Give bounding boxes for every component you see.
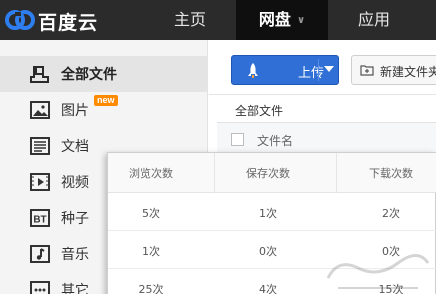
- document-icon: [30, 137, 50, 155]
- nav-netdisk-label: 网盘: [258, 10, 291, 29]
- top-navigation-bar: 百度云 主页 网盘 ∨ 应用: [0, 0, 436, 40]
- views-value: 5次: [142, 207, 160, 220]
- breadcrumb[interactable]: 全部文件: [235, 102, 283, 119]
- saves-value: 4次: [259, 283, 277, 294]
- other-icon: [30, 281, 50, 294]
- video-icon: [30, 173, 50, 191]
- divider: [318, 59, 319, 81]
- sidebar-item-label: 文档: [61, 139, 89, 155]
- column-header-views: 浏览次数: [129, 167, 173, 180]
- saves-value: 0次: [259, 245, 277, 258]
- sidebar-item-label: 全部文件: [61, 67, 117, 83]
- new-badge: new: [94, 95, 118, 106]
- dropdown-arrow-icon[interactable]: [324, 66, 334, 72]
- views-value: 1次: [142, 245, 160, 258]
- chevron-down-icon: ∨: [296, 14, 306, 26]
- table-row: 5次 1次 2次: [108, 193, 436, 231]
- upload-label: 上传: [298, 66, 325, 81]
- all-files-icon: [30, 66, 49, 83]
- nav-apps-label: 应用: [357, 10, 390, 29]
- music-icon: [30, 245, 50, 263]
- new-folder-icon: [360, 65, 374, 76]
- nav-apps[interactable]: 应用: [334, 0, 414, 40]
- image-icon: [30, 101, 50, 119]
- baidu-cloud-logo-icon: [5, 10, 35, 30]
- toolbar: 上传 新建文件夹: [209, 40, 436, 95]
- nav-home[interactable]: 主页: [150, 0, 230, 40]
- sidebar-item-label: 其它: [61, 283, 89, 294]
- sidebar-item-label: 视频: [61, 175, 89, 191]
- watermark-icon: [326, 254, 430, 289]
- sidebar-item-label: 音乐: [61, 247, 89, 263]
- select-all-checkbox[interactable]: [231, 133, 244, 146]
- new-folder-button[interactable]: 新建文件夹: [351, 55, 436, 85]
- sidebar-item-label: 种子: [61, 211, 89, 227]
- file-list-header: 文件名: [217, 122, 436, 156]
- bt-icon: BT: [30, 209, 50, 227]
- logo[interactable]: 百度云: [0, 0, 150, 40]
- column-header-downloads: 下载次数: [369, 167, 413, 180]
- sidebar-item-images[interactable]: 图片 new: [0, 92, 208, 128]
- brand-name: 百度云: [38, 12, 99, 34]
- saves-value: 1次: [259, 207, 277, 220]
- sidebar-item-label: 图片: [61, 103, 89, 119]
- downloads-value: 2次: [382, 207, 400, 220]
- baidu-pan-window: { "brand": { "name": "百度云", "accent": "#…: [0, 0, 436, 294]
- upload-button[interactable]: 上传: [231, 55, 339, 85]
- column-header-filename[interactable]: 文件名: [257, 132, 293, 149]
- nav-netdisk[interactable]: 网盘 ∨: [236, 0, 328, 40]
- views-value: 25次: [138, 283, 164, 294]
- nav-home-label: 主页: [173, 10, 206, 29]
- column-header-saves: 保存次数: [246, 167, 290, 180]
- new-folder-label: 新建文件夹: [380, 65, 436, 79]
- stats-header-row: 浏览次数 保存次数 下载次数: [108, 153, 436, 193]
- sidebar-item-all-files[interactable]: 全部文件: [0, 56, 208, 92]
- svg-text:BT: BT: [33, 215, 46, 226]
- rocket-icon: [248, 63, 258, 78]
